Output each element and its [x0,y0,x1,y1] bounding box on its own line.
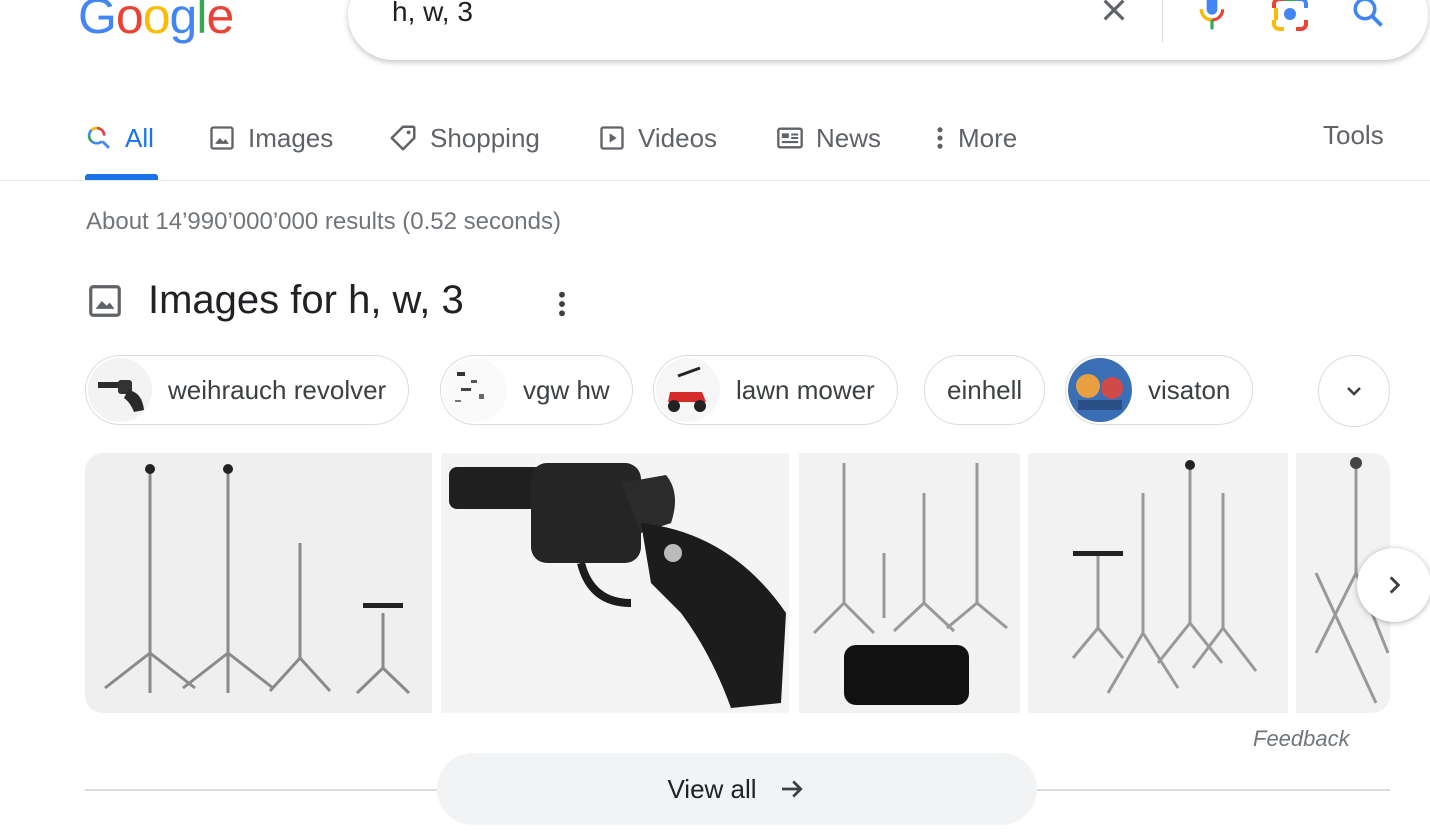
arrow-right-icon [781,780,803,798]
search-input[interactable]: h, w, 3 [392,0,473,28]
chip-label: lawn mower [736,374,875,405]
tab-label: All [125,122,154,153]
tab-label: Images [248,122,334,153]
logo-letter: o [115,0,144,44]
search-icon [87,126,110,149]
logo-letter: o [142,0,171,44]
tag-icon [390,125,416,151]
logo-letter: e [206,0,234,44]
search-box[interactable]: h, w, 3 [348,0,1428,60]
tab-news[interactable]: News [776,118,881,158]
image-result[interactable] [85,453,432,713]
google-logo[interactable]: Google [78,0,234,46]
chip-label: vgw hw [523,374,610,405]
chip-weihrauch-revolver[interactable]: weihrauch revolver [85,355,410,425]
image-carousel [85,453,1390,713]
lens-icon[interactable] [1270,0,1310,37]
chip-label: visaton [1148,374,1231,405]
revolver-thumbnail [88,358,152,422]
image-result[interactable] [1028,453,1288,713]
chip-vgw-hw[interactable]: vgw hw [440,355,633,425]
logo-letter: G [78,0,117,44]
logo-letter: l [196,0,207,44]
search-divider [1162,0,1163,42]
result-stats: About 14’990’000’000 results (0.52 secon… [86,208,561,235]
lawn-mower-thumbnail [656,358,720,422]
tab-more[interactable]: More [930,118,1017,158]
tab-label: News [816,122,882,153]
play-icon [600,126,624,150]
parts-thumbnail [443,358,507,422]
more-vert-icon [937,127,943,149]
feedback-link[interactable]: Feedback [1253,726,1350,752]
microphone-icon[interactable] [1196,0,1228,37]
more-vert-icon[interactable] [552,288,572,325]
tab-all[interactable]: All [85,118,154,158]
tab-label: Videos [638,122,718,153]
image-icon [210,126,234,150]
chip-lawn-mower[interactable]: lawn mower [653,355,898,425]
images-section-title: Images for h, w, 3 [148,278,464,322]
visaton-thumbnail [1068,358,1132,422]
clear-icon[interactable] [1098,0,1130,31]
news-icon [777,127,803,149]
tab-label: Shopping [430,122,540,153]
view-all-label: View all [667,773,757,804]
chip-einhell[interactable]: einhell [924,355,1046,425]
image-icon [86,282,124,325]
chip-label: einhell [947,374,1023,405]
tab-videos[interactable]: Videos [598,118,717,158]
chip-visaton[interactable]: visaton [1065,355,1254,425]
tabs-divider [0,180,1430,181]
tab-images[interactable]: Images [208,118,333,158]
chevron-right-icon[interactable] [1357,548,1430,622]
search-icon[interactable] [1350,0,1386,35]
view-all-button[interactable]: View all [437,753,1037,825]
chip-label: weihrauch revolver [168,374,387,405]
tab-shopping[interactable]: Shopping [388,118,540,158]
logo-letter: g [169,0,198,44]
image-result[interactable] [441,453,789,713]
tab-label: More [958,122,1018,153]
chevron-down-icon[interactable] [1318,355,1390,427]
image-result[interactable] [799,453,1020,713]
tools-button[interactable]: Tools [1323,120,1384,151]
